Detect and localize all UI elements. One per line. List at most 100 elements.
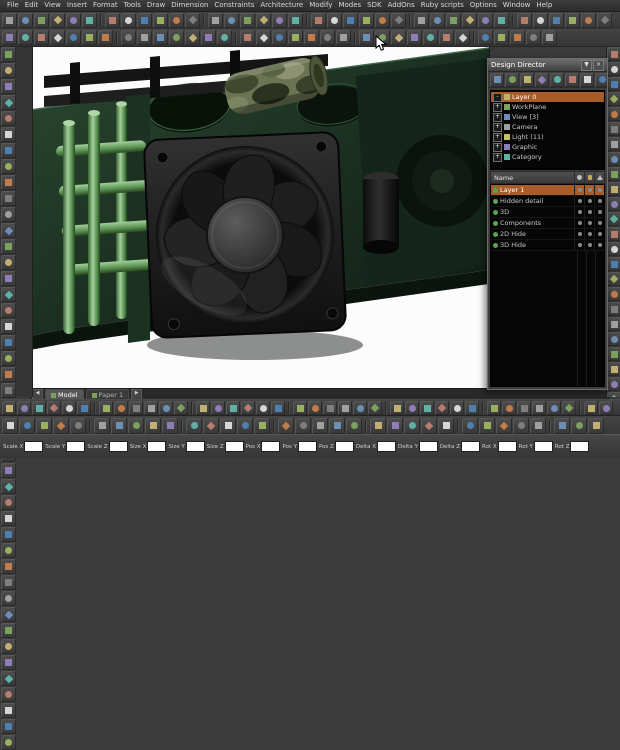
tool-button[interactable]: [607, 152, 620, 166]
tool-button[interactable]: [47, 401, 61, 415]
tool-button[interactable]: [17, 401, 31, 415]
tool-button[interactable]: [137, 30, 152, 45]
visibility-cell[interactable]: [574, 185, 584, 195]
tool-button[interactable]: [450, 401, 464, 415]
tool-button[interactable]: [478, 30, 493, 45]
tool-button[interactable]: [607, 272, 620, 286]
visibility-column-header[interactable]: [574, 172, 584, 183]
tool-button[interactable]: [217, 30, 232, 45]
tool-button[interactable]: [1, 671, 16, 686]
tool-button[interactable]: [607, 182, 620, 196]
print-cell[interactable]: [594, 229, 604, 239]
tool-button[interactable]: [1, 111, 16, 126]
tool-button[interactable]: [550, 73, 564, 87]
expander-icon[interactable]: +: [493, 113, 502, 122]
menu-item-modes[interactable]: Modes: [335, 0, 364, 11]
tool-button[interactable]: [607, 257, 620, 271]
tool-button[interactable]: [174, 401, 188, 415]
tool-button[interactable]: [1, 383, 16, 398]
tool-button[interactable]: [370, 418, 386, 434]
tool-button[interactable]: [455, 30, 470, 45]
status-field-input[interactable]: [570, 441, 589, 452]
tool-button[interactable]: [159, 401, 173, 415]
tool-button[interactable]: [128, 418, 144, 434]
tool-button[interactable]: [607, 287, 620, 301]
viewport[interactable]: [30, 46, 489, 388]
print-cell[interactable]: [594, 196, 604, 206]
tool-button[interactable]: [1, 735, 16, 750]
menu-item-dimension[interactable]: Dimension: [168, 0, 211, 11]
expander-icon[interactable]: +: [493, 103, 502, 112]
tool-button[interactable]: [1, 255, 16, 270]
tool-button[interactable]: [607, 347, 620, 361]
tool-button[interactable]: [588, 418, 604, 434]
tool-button[interactable]: [420, 401, 434, 415]
tool-button[interactable]: [271, 401, 285, 415]
tool-button[interactable]: [336, 30, 351, 45]
tool-button[interactable]: [607, 317, 620, 331]
tool-button[interactable]: [607, 392, 620, 397]
tool-button[interactable]: [94, 418, 110, 434]
menu-item-format[interactable]: Format: [90, 0, 121, 11]
tool-button[interactable]: [201, 30, 216, 45]
layer-row-components[interactable]: Components: [491, 218, 604, 229]
tool-button[interactable]: [241, 401, 255, 415]
tool-button[interactable]: [32, 401, 46, 415]
print-cell[interactable]: [594, 218, 604, 228]
tool-button[interactable]: [2, 401, 16, 415]
tool-button[interactable]: [254, 418, 270, 434]
lock-cell[interactable]: [584, 185, 594, 195]
tool-button[interactable]: [66, 13, 81, 28]
panel-collapse-button[interactable]: ▼: [581, 60, 592, 71]
tool-button[interactable]: [390, 401, 404, 415]
tool-button[interactable]: [272, 30, 287, 45]
tool-button[interactable]: [329, 418, 345, 434]
tool-button[interactable]: [169, 13, 184, 28]
tool-button[interactable]: [438, 418, 454, 434]
panel-close-button[interactable]: ×: [593, 60, 604, 71]
tool-button[interactable]: [607, 362, 620, 376]
tool-button[interactable]: [278, 418, 294, 434]
tool-button[interactable]: [66, 30, 81, 45]
menu-item-options[interactable]: Options: [467, 0, 500, 11]
menu-item-ruby-scripts[interactable]: Ruby scripts: [418, 0, 467, 11]
tool-button[interactable]: [1, 719, 16, 734]
tool-button[interactable]: [256, 30, 271, 45]
tool-button[interactable]: [208, 13, 223, 28]
tool-button[interactable]: [1, 207, 16, 222]
tool-button[interactable]: [1, 703, 16, 718]
expander-icon[interactable]: +: [493, 143, 502, 152]
tool-button[interactable]: [607, 227, 620, 241]
tree-item-light-11[interactable]: +Light (11): [491, 132, 604, 142]
tool-button[interactable]: [494, 30, 509, 45]
tool-button[interactable]: [520, 73, 534, 87]
tool-button[interactable]: [505, 73, 519, 87]
tool-button[interactable]: [162, 418, 178, 434]
tool-button[interactable]: [1, 127, 16, 142]
tool-button[interactable]: [18, 13, 33, 28]
tool-button[interactable]: [479, 418, 495, 434]
tool-button[interactable]: [1, 575, 16, 590]
tool-button[interactable]: [145, 418, 161, 434]
tool-button[interactable]: [343, 13, 358, 28]
tree-item-category[interactable]: +Category: [491, 152, 604, 162]
print-cell[interactable]: [594, 207, 604, 217]
menu-item-insert[interactable]: Insert: [64, 0, 90, 11]
tool-button[interactable]: [82, 13, 97, 28]
tool-button[interactable]: [1, 95, 16, 110]
tool-button[interactable]: [487, 401, 501, 415]
tool-button[interactable]: [562, 401, 576, 415]
tool-button[interactable]: [513, 418, 529, 434]
tool-button[interactable]: [1, 639, 16, 654]
tool-button[interactable]: [1, 367, 16, 382]
tool-button[interactable]: [327, 13, 342, 28]
menu-item-architecture[interactable]: Architecture: [257, 0, 306, 11]
tool-button[interactable]: [1, 47, 16, 62]
tool-button[interactable]: [517, 13, 532, 28]
tool-button[interactable]: [414, 13, 429, 28]
status-field-input[interactable]: [335, 441, 354, 452]
tool-button[interactable]: [256, 13, 271, 28]
tool-button[interactable]: [1, 623, 16, 638]
status-field-input[interactable]: [66, 441, 85, 452]
tool-button[interactable]: [288, 30, 303, 45]
